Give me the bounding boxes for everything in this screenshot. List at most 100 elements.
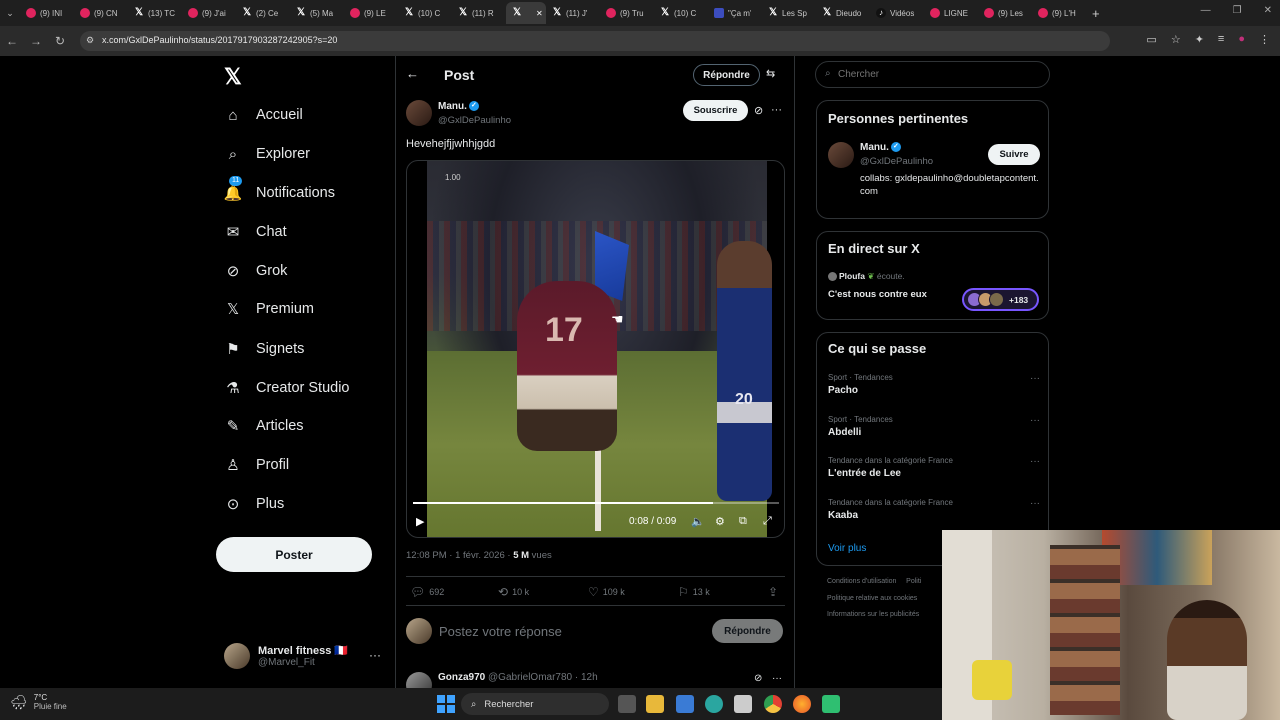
more-options-icon[interactable]: ··· bbox=[772, 673, 782, 684]
taskbar-search[interactable]: ⌕ Rechercher bbox=[461, 693, 609, 715]
grok-icon[interactable]: ⊘ bbox=[754, 673, 762, 684]
file-explorer-icon[interactable] bbox=[646, 695, 664, 713]
video-player[interactable]: 20 17 1.00 ☚ ▶ 0:08 / 0:09 🔈 ⚙ ⧉ ⤢ bbox=[406, 160, 785, 538]
reload-icon[interactable]: ↻ bbox=[48, 34, 72, 48]
browser-tab[interactable]: 𝕏 Les Sp bbox=[762, 2, 816, 24]
footer-link[interactable]: Informations sur les publicités bbox=[827, 611, 919, 618]
browser-tab[interactable]: 𝕏 Dieudo bbox=[816, 2, 870, 24]
sidebar-item-plus[interactable]: ⊙ Plus bbox=[224, 493, 285, 515]
edge-icon[interactable] bbox=[705, 695, 723, 713]
close-window-icon[interactable]: ✕ bbox=[1264, 5, 1272, 16]
search-input[interactable] bbox=[838, 66, 1038, 82]
trend-item[interactable]: Sport · Tendances Abdelli ··· bbox=[828, 415, 1040, 438]
filter-icon[interactable]: ⇆ bbox=[766, 67, 775, 80]
volume-icon[interactable]: 🔈 bbox=[691, 515, 705, 528]
browser-tab[interactable]: 𝕏 (13) TC bbox=[128, 2, 182, 24]
more-options-icon[interactable]: ··· bbox=[771, 104, 782, 116]
trend-item[interactable]: Tendance dans la catégorie France L'entré… bbox=[828, 456, 1040, 479]
minimize-icon[interactable]: — bbox=[1201, 5, 1211, 16]
like-action[interactable]: ♡ 109 k bbox=[588, 585, 625, 599]
forward-icon[interactable]: → bbox=[24, 34, 48, 48]
sidebar-item-explorer[interactable]: ⌕ Explorer bbox=[224, 143, 310, 165]
browser-tab[interactable]: (9) J'ai bbox=[182, 2, 236, 24]
trend-more-icon[interactable]: ··· bbox=[1030, 373, 1040, 384]
app-green-icon[interactable] bbox=[822, 695, 840, 713]
trend-item[interactable]: Sport · Tendances Pacho ··· bbox=[828, 373, 1040, 396]
browser-tab[interactable]: 𝕏 (11) J' bbox=[546, 2, 600, 24]
sidebar-item-articles[interactable]: ✎ Articles bbox=[224, 415, 304, 437]
show-more-link[interactable]: Voir plus bbox=[828, 543, 866, 554]
back-arrow-icon[interactable]: ← bbox=[406, 66, 419, 81]
share-action[interactable]: ⇪ bbox=[768, 585, 778, 599]
trend-more-icon[interactable]: ··· bbox=[1030, 415, 1040, 426]
live-card[interactable]: En direct sur X Ploufa ❦ écoute. C'est n… bbox=[816, 231, 1049, 320]
extensions-icon[interactable]: ✦ bbox=[1195, 33, 1204, 46]
video-frame[interactable]: 20 17 1.00 ☚ bbox=[427, 161, 772, 537]
grok-icon[interactable]: ⊘ bbox=[754, 104, 763, 117]
site-info-icon[interactable]: ⚙ bbox=[86, 35, 94, 46]
browser-tab[interactable]: (9) INI bbox=[20, 2, 74, 24]
listeners-pill[interactable]: +183 bbox=[962, 288, 1039, 311]
tab-search-icon[interactable]: ⌄ bbox=[0, 8, 20, 19]
sidebar-item-profil[interactable]: ♙ Profil bbox=[224, 454, 289, 476]
browser-menu-icon[interactable]: ⋮ bbox=[1259, 33, 1270, 46]
browser-tab[interactable]: 𝕏 (2) Ce bbox=[236, 2, 290, 24]
sidebar-item-grok[interactable]: ⊘ Grok bbox=[224, 260, 288, 282]
windows-start-icon[interactable] bbox=[437, 695, 455, 713]
restore-icon[interactable]: ❐ bbox=[1233, 5, 1242, 16]
settings-icon[interactable]: ⚙ bbox=[715, 515, 725, 528]
browser-tab[interactable]: ♪ Vidéos bbox=[870, 2, 924, 24]
reply-submit-button[interactable]: Répondre bbox=[712, 619, 783, 643]
trend-more-icon[interactable]: ··· bbox=[1030, 456, 1040, 467]
browser-tab[interactable]: 𝕏(1✕ bbox=[506, 2, 546, 24]
chrome-icon[interactable] bbox=[764, 695, 782, 713]
bookmark-action[interactable]: ⚐ 13 k bbox=[678, 585, 710, 599]
subscribe-button[interactable]: Souscrire bbox=[683, 100, 748, 121]
sidebar-item-accueil[interactable]: ⌂ Accueil bbox=[224, 104, 302, 126]
media-icon[interactable]: ≡ bbox=[1218, 33, 1224, 46]
author-handle[interactable]: @GxlDePaulinho bbox=[438, 115, 511, 126]
footer-link[interactable]: Politi bbox=[906, 578, 921, 585]
cast-icon[interactable]: ▭ bbox=[1146, 33, 1156, 46]
bookmark-star-icon[interactable]: ☆ bbox=[1171, 33, 1181, 46]
footer-link[interactable]: Conditions d'utilisation bbox=[827, 578, 896, 585]
sidebar-item-signets[interactable]: ⚑ Signets bbox=[224, 338, 304, 360]
store-icon[interactable] bbox=[676, 695, 694, 713]
back-icon[interactable]: ← bbox=[0, 34, 24, 48]
post-button[interactable]: Poster bbox=[216, 537, 372, 572]
sidebar-item-creator-studio[interactable]: ⚗ Creator Studio bbox=[224, 377, 349, 399]
x-logo[interactable]: 𝕏 bbox=[224, 64, 242, 90]
weather-widget[interactable]: 🌧 7°C Pluie fine bbox=[10, 693, 67, 711]
browser-tab[interactable]: 𝕏 (10) C bbox=[398, 2, 452, 24]
task-view-icon[interactable] bbox=[618, 695, 636, 713]
browser-tab[interactable]: (9) CN bbox=[74, 2, 128, 24]
account-switcher[interactable]: Marvel fitness 🇫🇷 @Marvel_Fit bbox=[224, 643, 348, 669]
follow-button[interactable]: Suivre bbox=[988, 144, 1040, 165]
post-timestamp[interactable]: 12:08 PM · 1 févr. 2026 · bbox=[406, 550, 513, 561]
reply-author[interactable]: Gonza970 @GabrielOmar780 · 12h bbox=[438, 672, 598, 683]
video-progress-bar[interactable] bbox=[413, 502, 779, 504]
author-name[interactable]: Manu. bbox=[438, 101, 467, 112]
browser-tab[interactable]: LIGNE bbox=[924, 2, 978, 24]
sidebar-item-premium[interactable]: 𝕏 Premium bbox=[224, 298, 314, 320]
firefox-icon[interactable] bbox=[793, 695, 811, 713]
trend-more-icon[interactable]: ··· bbox=[1030, 498, 1040, 509]
profile-avatar-icon[interactable]: ● bbox=[1238, 33, 1245, 46]
author-avatar[interactable] bbox=[406, 100, 432, 126]
browser-tab[interactable]: "Ça m' bbox=[708, 2, 762, 24]
reply-action[interactable]: 💬︎ 692 bbox=[410, 585, 444, 599]
author-name-row[interactable]: Manu. ✓ bbox=[438, 101, 479, 112]
person-name-row[interactable]: Manu. ✓ bbox=[860, 142, 901, 153]
pip-icon[interactable]: ⧉ bbox=[739, 515, 747, 528]
fullscreen-icon[interactable]: ⤢ bbox=[763, 515, 772, 528]
app-icon[interactable] bbox=[734, 695, 752, 713]
footer-link[interactable]: Politique relative aux cookies bbox=[827, 595, 917, 602]
new-tab-button[interactable]: + bbox=[1092, 6, 1100, 21]
browser-tab[interactable]: 𝕏 (5) Ma bbox=[290, 2, 344, 24]
browser-tab[interactable]: (9) Tru bbox=[600, 2, 654, 24]
repost-action[interactable]: ⟲ 10 k bbox=[498, 585, 529, 599]
sidebar-item-chat[interactable]: ✉ Chat bbox=[224, 221, 287, 243]
reply-input[interactable]: Postez votre réponse bbox=[439, 624, 562, 639]
close-tab-icon[interactable]: ✕ bbox=[536, 9, 543, 18]
trend-item[interactable]: Tendance dans la catégorie France Kaaba ··… bbox=[828, 498, 1040, 521]
